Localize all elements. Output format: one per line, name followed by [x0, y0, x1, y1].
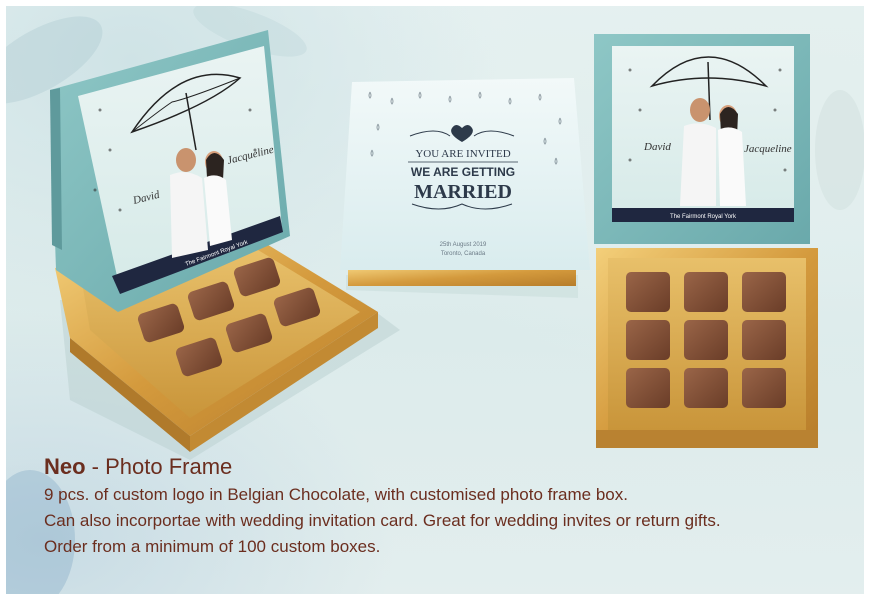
right-frame-venue: The Fairmont Royal York — [670, 214, 737, 220]
title-separator: - — [85, 454, 106, 479]
right-frame-name-left: David — [643, 141, 671, 153]
right-frame-name-right: Jacqueline — [744, 143, 792, 155]
product-caption: Neo - Photo Frame 9 pcs. of custom logo … — [44, 452, 854, 560]
product-subtitle: Photo Frame — [105, 454, 233, 479]
product-name: Neo — [44, 454, 86, 479]
product-title: Neo - Photo Frame — [44, 452, 854, 482]
description-line-2: Can also incorportae with wedding invita… — [44, 511, 721, 530]
invitation-date: 25th August 2019 — [440, 242, 487, 248]
right-chocolate-box — [594, 34, 818, 448]
description-line-1: 9 pcs. of custom logo in Belgian Chocola… — [44, 485, 628, 504]
description-line-3: Order from a minimum of 100 custom boxes… — [44, 537, 381, 556]
invitation-line-1: YOU ARE INVITED — [415, 148, 510, 160]
invitation-line-3: MARRIED — [414, 181, 512, 203]
right-chocolate-pieces — [626, 272, 786, 408]
product-showcase: David Jacqueline The Fairmont Royal York — [0, 0, 870, 600]
invitation-line-2: WE ARE GETTING — [411, 165, 515, 179]
invitation-place: Toronto, Canada — [441, 251, 486, 257]
